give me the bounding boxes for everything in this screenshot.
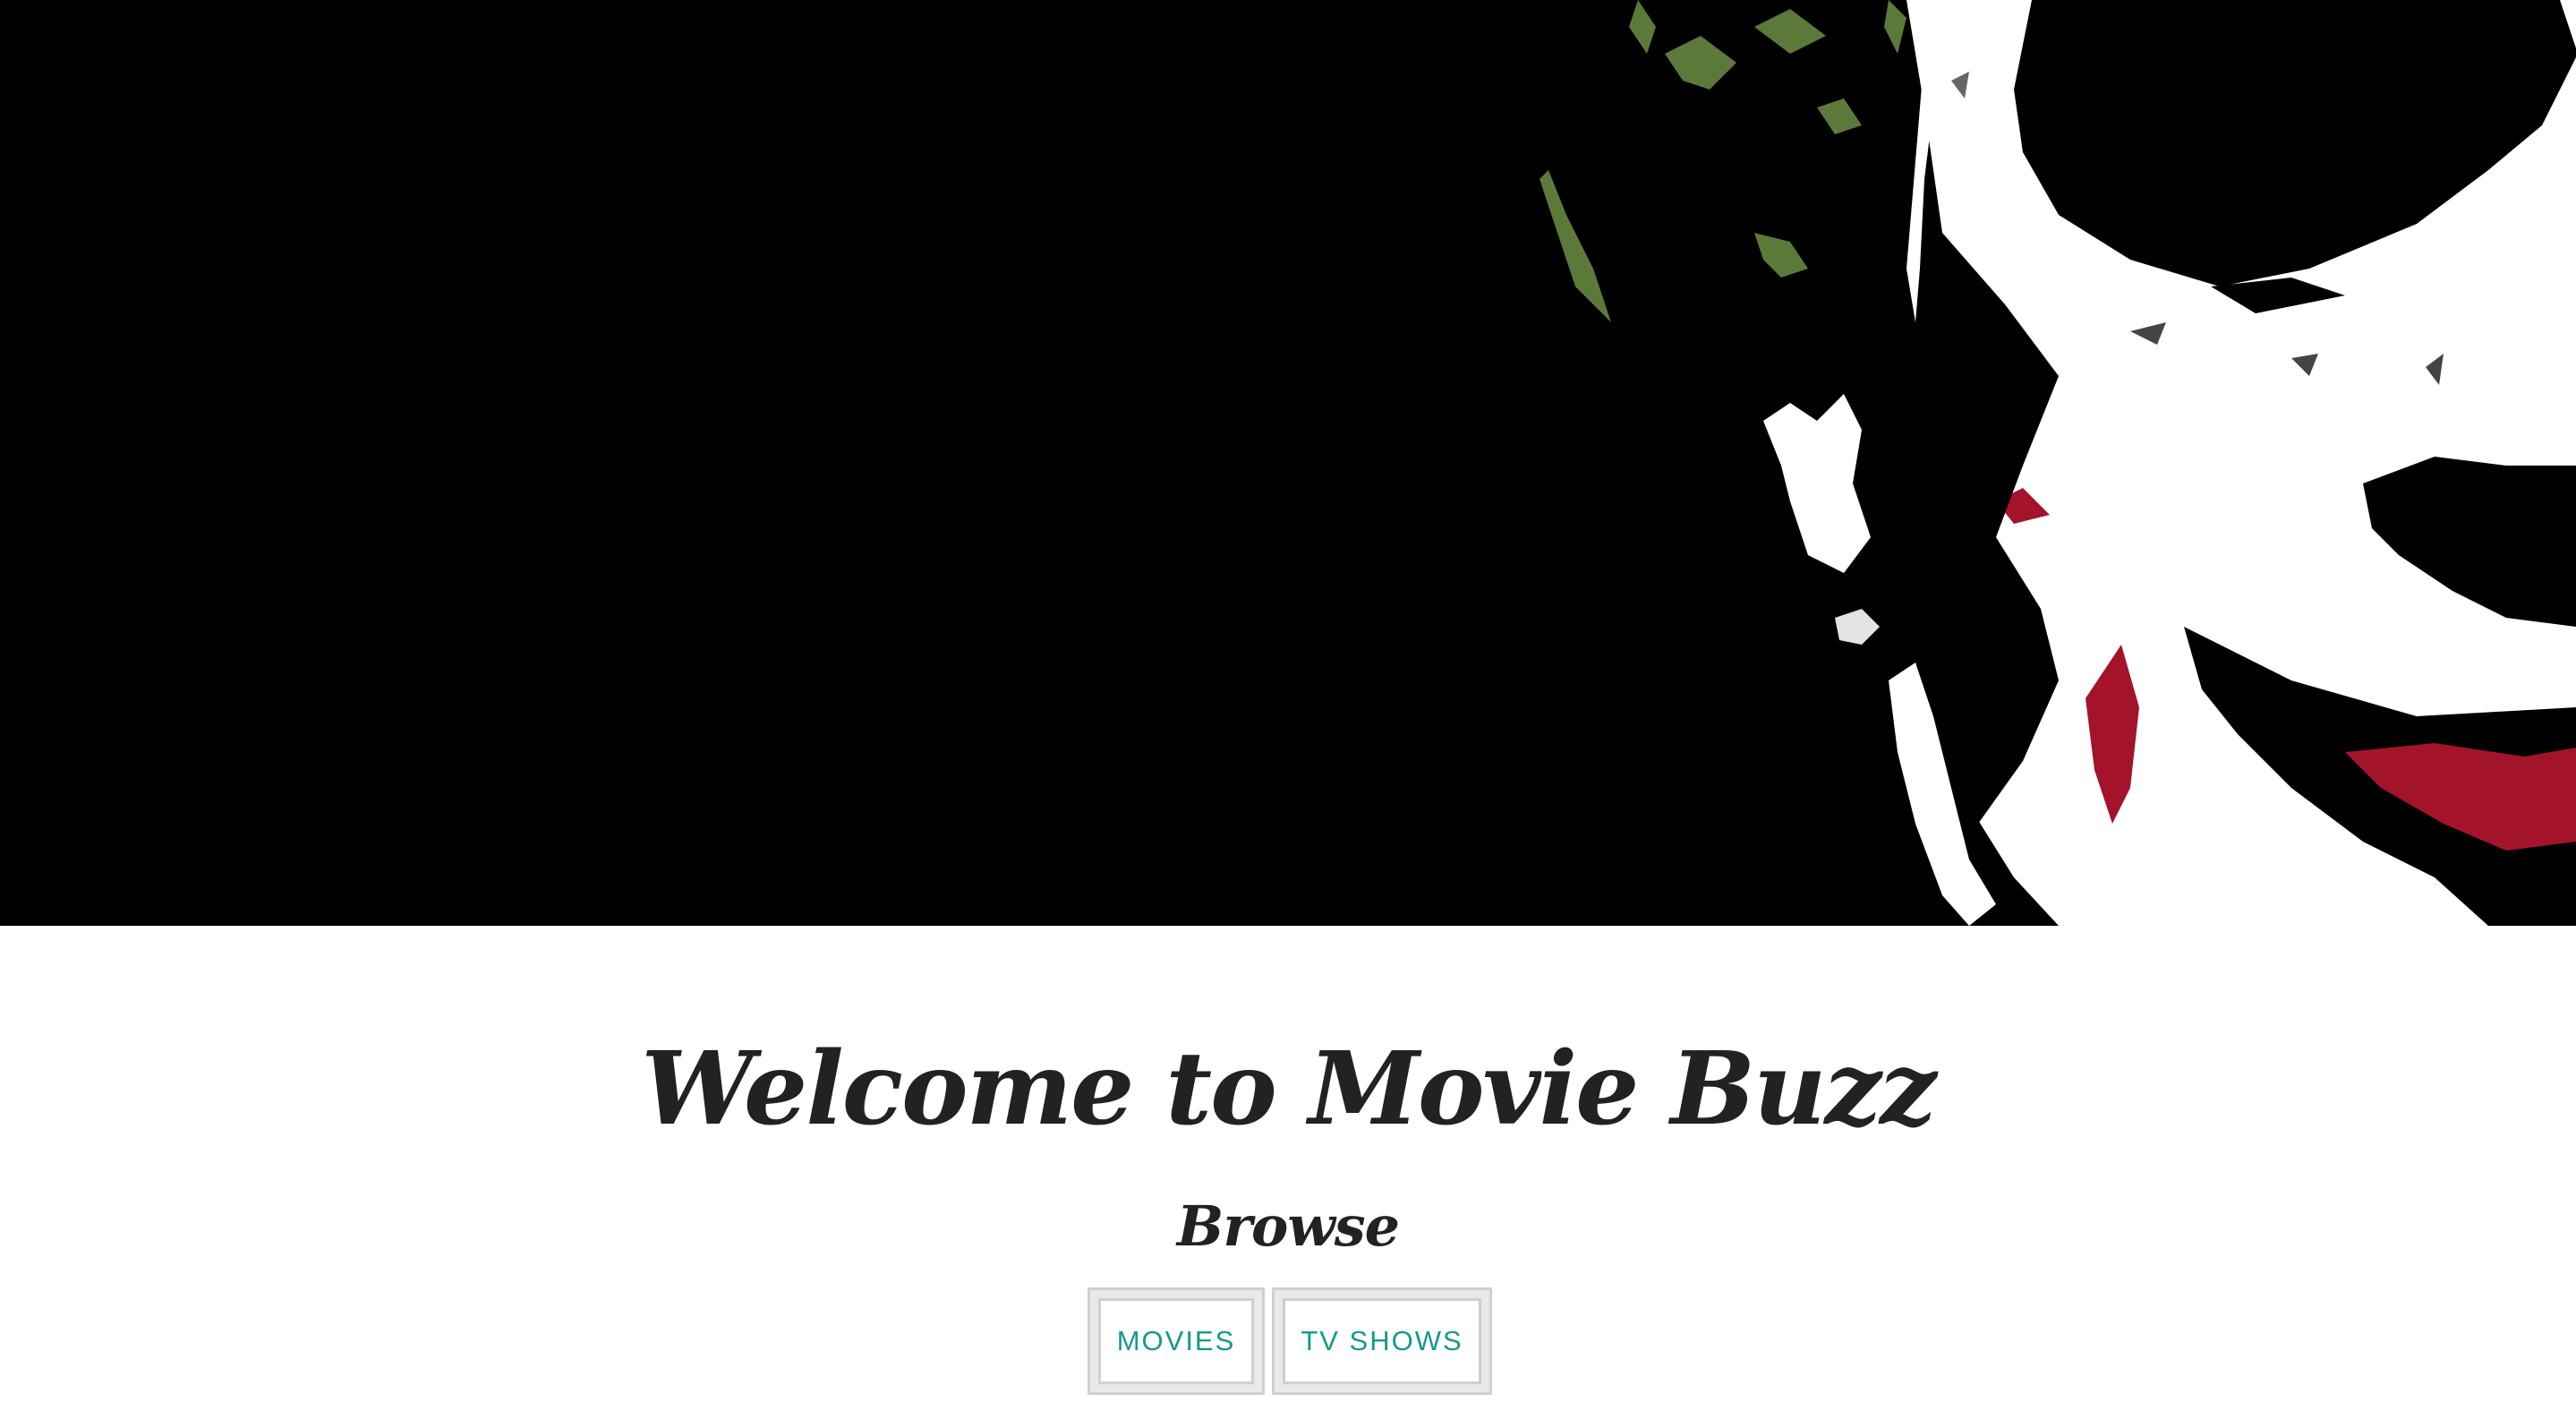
hero-banner [0,0,2576,926]
tv-shows-button[interactable]: TV SHOWS [1272,1287,1492,1395]
joker-face-illustration [0,0,2576,926]
main-content: Welcome to Movie Buzz Browse MOVIES TV S… [0,926,2576,1420]
browse-button-group: MOVIES TV SHOWS [1088,1287,1492,1395]
page-title: Welcome to Movie Buzz [641,1031,1936,1148]
browse-heading: Browse [1176,1193,1400,1259]
movies-button[interactable]: MOVIES [1088,1287,1265,1395]
